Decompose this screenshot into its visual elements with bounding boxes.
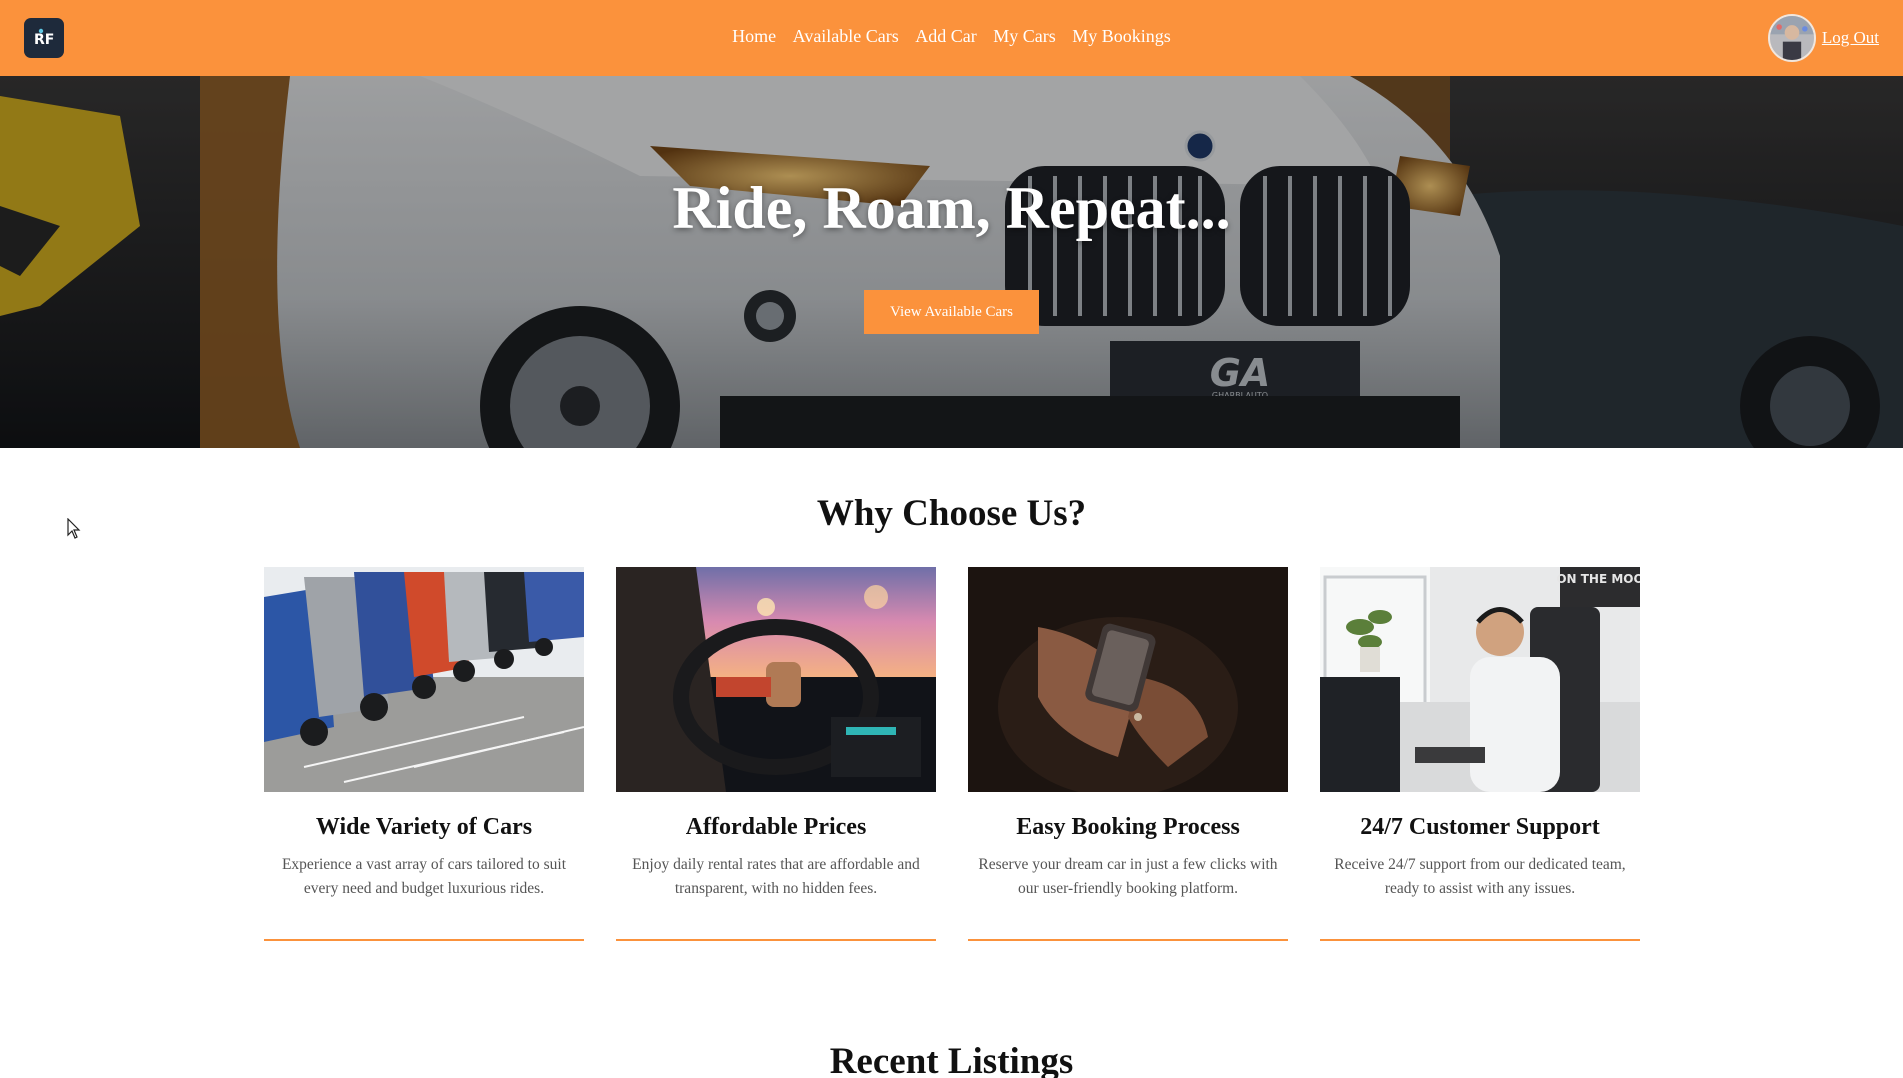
nav-link-home[interactable]: Home [732,26,776,47]
card-title: 24/7 Customer Support [1360,814,1600,840]
avatar[interactable] [1767,14,1816,62]
feature-card: Wide Variety of Cars Experience a vast a… [264,567,584,941]
nav-link-my-cars[interactable]: My Cars [993,26,1056,47]
view-available-cars-button[interactable]: View Available Cars [864,290,1039,334]
card-description: Experience a vast array of cars tailored… [281,856,567,897]
card-divider [1320,939,1640,941]
support-agent-image: ON THE MOO [1320,567,1640,792]
parked-cars-image [264,567,584,792]
why-choose-us-title: Why Choose Us? [816,493,1087,534]
feature-card: ON THE MOO 24/7 Customer Support Receive… [1320,567,1640,941]
card-divider [264,939,584,941]
card-description: Enjoy daily rental rates that are afford… [632,856,920,897]
recent-listings-title: Recent Listings [829,1041,1074,1078]
nav-link-my-bookings[interactable]: My Bookings [1072,26,1171,47]
hero-overlay [0,76,1903,448]
card-title: Easy Booking Process [1016,814,1240,840]
navbar: RF Home Available Cars Add Car My Cars M… [0,0,1903,76]
feature-card: Easy Booking Process Reserve your dream … [968,567,1288,941]
hero-title: Ride, Roam, Repeat... [672,175,1231,241]
logout-link[interactable]: Log Out [1822,28,1879,48]
hero-banner: GA GHARBI AUTO Ride, Roam, Repeat... Vie… [0,76,1903,448]
card-title: Affordable Prices [685,814,867,840]
user-area: Log Out [1767,14,1879,62]
card-divider [968,939,1288,941]
nav-links: Home Available Cars Add Car My Cars My B… [0,26,1903,47]
card-description: Reserve your dream car in just a few cli… [978,856,1278,897]
card-title: Wide Variety of Cars [315,814,533,840]
feature-cards: Wide Variety of Cars Experience a vast a… [264,567,1640,941]
svg-text:ON THE MOO: ON THE MOO [1556,572,1640,586]
mouse-cursor-icon [67,518,81,539]
driver-steering-wheel-image [616,567,936,792]
nav-link-available-cars[interactable]: Available Cars [793,26,899,47]
feature-card: Affordable Prices Enjoy daily rental rat… [616,567,936,941]
card-description: Receive 24/7 support from our dedicated … [1334,856,1626,897]
nav-link-add-car[interactable]: Add Car [915,26,977,47]
hand-holding-phone-image [968,567,1288,792]
card-divider [616,939,936,941]
